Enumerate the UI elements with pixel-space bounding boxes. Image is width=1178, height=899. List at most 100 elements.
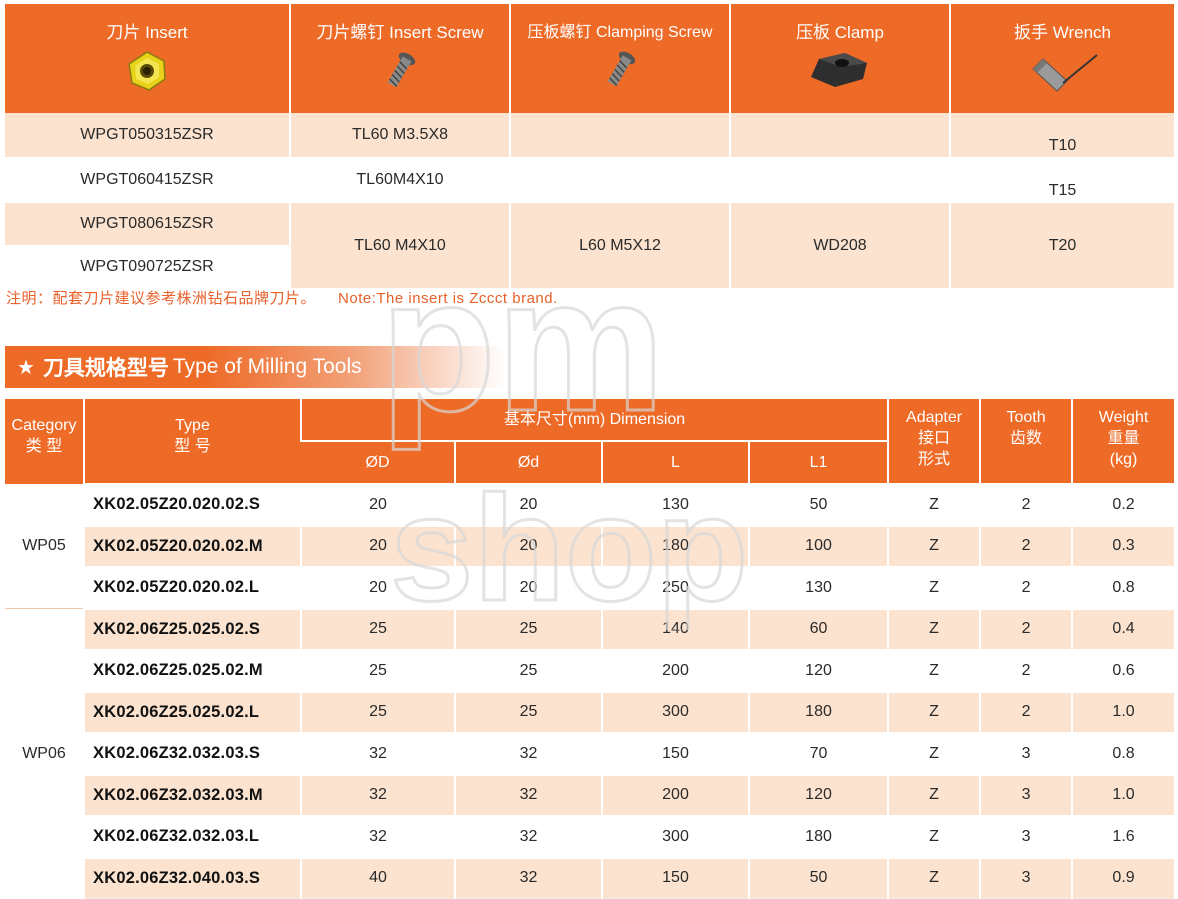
weight-cell: 0.4: [1071, 607, 1175, 650]
insert-cell: WPGT060415ZSR: [5, 157, 290, 203]
tooth-cell: 3: [979, 815, 1073, 858]
d-cell: 25: [300, 607, 455, 650]
table-row: XK02.06Z25.025.02.M 25 25 200 120 Z 2 0.6: [5, 649, 1175, 692]
adapter-cell: Z: [887, 649, 981, 692]
screw-icon: [607, 51, 636, 87]
header-category-cn: 类 型: [25, 438, 63, 455]
wrench-cell: T10: [949, 113, 1174, 158]
header-d: Ød: [454, 440, 602, 484]
tooth-cell: 2: [979, 690, 1073, 733]
weight-cell: 0.9: [1071, 856, 1175, 899]
d-cell: 32: [454, 732, 602, 775]
tooth-cell: 3: [979, 773, 1073, 816]
header-wrench: 扳手 Wrench: [949, 4, 1174, 113]
header-clamping-screw: 压板螺钉 Clamping Screw: [509, 4, 730, 113]
table-row: XK02.05Z20.020.02.L 20 20 250 130 Z 2 0.8: [5, 566, 1175, 609]
insert-screw-cell: TL60M4X10: [289, 157, 510, 203]
adapter-cell: Z: [887, 732, 981, 775]
header-L1: L1: [747, 440, 889, 484]
header-tooth-en: Tooth: [1006, 409, 1046, 426]
table-row: XK02.06Z32.032.03.S 32 32 150 70 Z 3 0.8: [5, 732, 1175, 775]
insert-note: 注明：配套刀片建议参考株洲钻石品牌刀片。 Note:The insert is Z…: [6, 287, 558, 308]
type-code-cell: XK02.06Z25.025.02.S: [83, 607, 301, 650]
accessory-row: WPGT080615ZSR TL60 M4X10 L60 M5X12 WD208…: [5, 202, 1174, 289]
tooth-cell: 2: [979, 607, 1073, 650]
header-category-en: Category: [11, 417, 77, 434]
header-type: Type 型 号: [83, 399, 301, 484]
clamping-screw-cell-empty: [509, 157, 730, 203]
table-row: WP06 XK02.06Z25.025.02.S 25 25 140 60 Z 2 0.4: [5, 607, 1175, 899]
section-title-en: Type of Milling Tools: [172, 355, 362, 378]
wrench-icon: [1031, 54, 1098, 92]
d-cell: 20: [454, 483, 602, 526]
l1-cell: 100: [747, 524, 889, 567]
type-code-cell: XK02.06Z25.025.02.L: [83, 690, 301, 733]
l1-cell: 180: [747, 690, 889, 733]
insert-cell: WPGT050315ZSR: [5, 113, 290, 158]
table-row: WP05 XK02.05Z20.020.02.S 20 20 130 50 Z 2 0.2: [5, 483, 1175, 609]
d-cell: 20: [300, 483, 455, 526]
d-cell: 40: [300, 856, 455, 899]
l-cell: 300: [601, 690, 749, 733]
adapter-cell: Z: [887, 483, 981, 526]
table-row: XK02.06Z25.025.02.L 25 25 300 180 Z 2 1.0: [5, 690, 1175, 733]
header-category: Category 类 型: [5, 399, 84, 484]
l1-cell: 50: [747, 856, 889, 899]
header-adapter-cn: 接口: [918, 430, 951, 447]
insert-cell: WPGT080615ZSR: [5, 202, 290, 246]
header-weight: Weight 重量 (kg): [1071, 399, 1175, 484]
insert-note-en: Note:The insert is Zccct brand.: [338, 290, 558, 307]
l-cell: 140: [601, 607, 749, 650]
clamp-cell: WD208: [729, 202, 950, 289]
header-adapter-cn2: 形式: [918, 451, 951, 468]
adapter-cell: Z: [887, 773, 981, 816]
screw-icon: [387, 52, 416, 88]
tooth-cell: 2: [979, 649, 1073, 692]
insert-screw-cell: TL60 M3.5X8: [289, 113, 510, 158]
clamp-icon: [811, 53, 867, 87]
adapter-cell: Z: [887, 815, 981, 858]
l1-cell: 120: [747, 773, 889, 816]
header-insert-screw: 刀片螺钉 Insert Screw: [289, 4, 510, 113]
l-cell: 150: [601, 856, 749, 899]
table-row: XK02.06Z32.032.03.M 32 32 200 120 Z 3 1.0: [5, 773, 1175, 816]
l-cell: 200: [601, 649, 749, 692]
d-cell: 25: [300, 649, 455, 692]
d-cell: 32: [300, 773, 455, 816]
adapter-cell: Z: [887, 856, 981, 899]
d-cell: 32: [454, 773, 602, 816]
d-cell: 25: [454, 607, 602, 650]
l1-cell: 180: [747, 815, 889, 858]
type-code-cell: XK02.05Z20.020.02.S: [83, 483, 301, 526]
milling-tools-table: Category 类 型 Type 型 号 基本尺寸(mm) Dimension…: [5, 399, 1175, 899]
section-title-banner: ★ 刀具规格型号 Type of Milling Tools: [5, 346, 505, 388]
l-cell: 300: [601, 815, 749, 858]
weight-cell: 0.3: [1071, 524, 1175, 567]
insert-cell: WPGT090725ZSR: [5, 245, 290, 289]
l-cell: 130: [601, 483, 749, 526]
clamping-screw-cell-empty: [509, 113, 730, 158]
clamp-cell-empty: [729, 157, 950, 203]
header-adapter: Adapter 接口 形式: [887, 399, 981, 484]
d-cell: 25: [300, 690, 455, 733]
tooth-cell: 2: [979, 524, 1073, 567]
d-cell: 20: [300, 566, 455, 609]
wrench-cell: T20: [949, 202, 1174, 289]
insert-screw-cell: TL60 M4X10: [289, 202, 510, 289]
header-insert-screw-label: 刀片螺钉 Insert Screw: [316, 23, 484, 42]
tools-header-row: Category 类 型 Type 型 号 基本尺寸(mm) Dimension…: [5, 399, 1175, 484]
l-cell: 250: [601, 566, 749, 609]
d-cell: 25: [454, 690, 602, 733]
type-code-cell: XK02.05Z20.020.02.L: [83, 566, 301, 609]
section-title-cn: 刀具规格型号: [42, 357, 169, 380]
d-cell: 20: [454, 566, 602, 609]
accessory-row: WPGT050315ZSR TL60 M3.5X8 T10: [5, 113, 1174, 158]
l1-cell: 60: [747, 607, 889, 650]
weight-cell: 0.2: [1071, 483, 1175, 526]
tooth-cell: 3: [979, 732, 1073, 775]
type-code-cell: XK02.06Z32.032.03.L: [83, 815, 301, 858]
type-code-cell: XK02.06Z32.032.03.M: [83, 773, 301, 816]
clamping-screw-cell: L60 M5X12: [509, 202, 730, 289]
d-cell: 20: [300, 524, 455, 567]
adapter-cell: Z: [887, 690, 981, 733]
